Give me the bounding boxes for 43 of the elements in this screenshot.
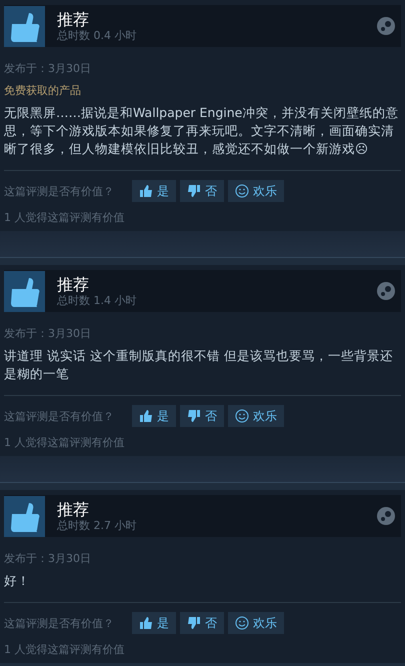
vote-button[interactable]: 欢乐 [228, 405, 284, 427]
playtime: 总时数 1.4 小时 [57, 294, 138, 308]
steam-logo-icon [377, 17, 395, 35]
review-text: 讲道理 说实话 这个重制版真的很不错 但是该骂也要骂，一些背景还是糊的一笔 [4, 347, 394, 383]
vote-button[interactable]: 否 [180, 612, 224, 634]
review-verdict: 推荐 [57, 500, 90, 518]
helpful-prompt: 这篇评测是否有价值？ [4, 184, 114, 198]
smiley-icon [235, 184, 249, 198]
thumbs-up-icon [139, 616, 153, 630]
thumbs-down-icon [187, 616, 201, 630]
vote-button[interactable]: 是 [132, 612, 176, 634]
thumbs-down-icon [187, 409, 201, 423]
vote-button[interactable]: 欢乐 [228, 612, 284, 634]
helpful-prompt: 这篇评测是否有价值？ [4, 408, 114, 424]
steam-logo-icon [377, 282, 395, 300]
thumbs-up-icon [4, 496, 45, 536]
thumbs-up-icon [4, 6, 45, 46]
smiley-icon [235, 616, 249, 630]
thumbs-up-icon [139, 409, 153, 423]
review-text: 好！ [4, 572, 31, 590]
helpful-count: 1 人觉得这篇评测有价值 [4, 642, 126, 657]
thumbs-up-icon [4, 270, 45, 312]
thumbs-up-icon [139, 184, 153, 198]
posted-date: 发布于：3月30日 [4, 61, 92, 76]
helpful-count: 1 人觉得这篇评测有价值 [4, 210, 126, 225]
smiley-icon [235, 409, 249, 423]
vote-button[interactable]: 是 [132, 405, 176, 427]
vote-button[interactable]: 否 [180, 405, 224, 427]
playtime: 总时数 2.7 小时 [57, 518, 138, 532]
vote-button[interactable]: 是 [132, 180, 176, 202]
playtime: 总时数 0.4 小时 [57, 28, 138, 42]
helpful-count: 1 人觉得这篇评测有价值 [4, 435, 126, 450]
posted-date: 发布于：3月30日 [4, 551, 92, 566]
vote-button[interactable]: 否 [180, 180, 224, 202]
review-verdict: 推荐 [57, 274, 90, 294]
review-text: 无限黑屏……据说是和Wallpaper Engine冲突，并没有关闭壁纸的意思，等下个游戏版本如果修复了再来玩吧。文字不清晰，画面确实清晰了很多，但人物建模依旧比较丑，感觉还不如做一个新游戏☹ [4, 104, 400, 158]
posted-date: 发布于：3月30日 [4, 326, 92, 341]
product-tag: 免费获取的产品 [4, 83, 401, 98]
thumbs-down-icon [187, 184, 201, 198]
steam-logo-icon [377, 507, 395, 525]
helpful-prompt: 这篇评测是否有价值？ [4, 616, 114, 630]
vote-button[interactable]: 欢乐 [228, 180, 284, 202]
review-verdict: 推荐 [57, 10, 90, 28]
